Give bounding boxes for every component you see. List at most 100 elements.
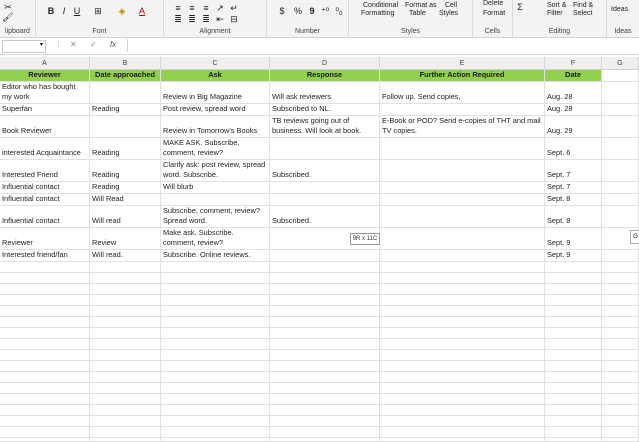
- empty-cell[interactable]: [270, 372, 380, 383]
- table-cell-f[interactable]: Sept. 6: [545, 138, 602, 160]
- empty-cell[interactable]: [545, 361, 602, 372]
- table-cell-a[interactable]: interested Acquaintance: [0, 138, 90, 160]
- empty-cell[interactable]: [602, 317, 639, 328]
- empty-cell[interactable]: [602, 372, 639, 383]
- table-cell-b[interactable]: Review: [90, 228, 161, 250]
- empty-cell[interactable]: [380, 394, 545, 405]
- empty-cell[interactable]: [270, 350, 380, 361]
- table-cell-a[interactable]: Influential contact: [0, 182, 90, 194]
- table-cell-c[interactable]: Subscribe, comment, review? Spread word.: [161, 206, 270, 228]
- merge-center-icon[interactable]: ⊟: [228, 14, 240, 24]
- empty-cell[interactable]: [161, 372, 270, 383]
- table-cell-a[interactable]: Editor who has bought my work: [0, 82, 90, 104]
- table-cell-d[interactable]: [270, 250, 380, 262]
- column-header-g[interactable]: G: [602, 57, 639, 70]
- cell-styles-label-2[interactable]: Styles: [439, 10, 458, 18]
- empty-cell[interactable]: [545, 295, 602, 306]
- empty-cell[interactable]: [270, 306, 380, 317]
- empty-cell[interactable]: [380, 339, 545, 350]
- empty-cell[interactable]: [270, 383, 380, 394]
- empty-cell[interactable]: [270, 405, 380, 416]
- empty-cell[interactable]: [161, 427, 270, 438]
- align-left-icon[interactable]: ≣: [172, 14, 184, 24]
- table-cell-e[interactable]: [380, 250, 545, 262]
- empty-cell[interactable]: [0, 350, 90, 361]
- empty-cell[interactable]: [90, 361, 161, 372]
- empty-cell[interactable]: [90, 262, 161, 273]
- empty-cell[interactable]: [270, 438, 380, 442]
- empty-cell[interactable]: [90, 405, 161, 416]
- empty-cell[interactable]: [270, 284, 380, 295]
- empty-cell[interactable]: [380, 383, 545, 394]
- empty-cell[interactable]: [545, 394, 602, 405]
- empty-cell[interactable]: [270, 394, 380, 405]
- empty-cell[interactable]: [0, 427, 90, 438]
- header-cell-b[interactable]: Date approached: [90, 70, 161, 82]
- empty-cell[interactable]: [602, 416, 639, 427]
- table-cell-c[interactable]: [161, 194, 270, 206]
- empty-cell[interactable]: [0, 284, 90, 295]
- empty-cell[interactable]: [545, 416, 602, 427]
- empty-cell[interactable]: [161, 383, 270, 394]
- decrease-indent-icon[interactable]: ⇤: [214, 14, 226, 24]
- empty-cell[interactable]: [602, 405, 639, 416]
- align-right-icon[interactable]: ≣: [200, 14, 212, 24]
- empty-cell[interactable]: [90, 350, 161, 361]
- empty-cell[interactable]: [270, 262, 380, 273]
- empty-cell[interactable]: [602, 160, 639, 182]
- empty-cell[interactable]: [0, 405, 90, 416]
- table-cell-d[interactable]: Will ask reviewers: [270, 82, 380, 104]
- empty-cell[interactable]: [545, 339, 602, 350]
- empty-cell[interactable]: [545, 438, 602, 442]
- empty-cell[interactable]: [90, 394, 161, 405]
- table-cell-f[interactable]: Aug. 28: [545, 82, 602, 104]
- empty-cell[interactable]: [545, 350, 602, 361]
- table-cell-b[interactable]: [90, 82, 161, 104]
- table-cell-e[interactable]: [380, 194, 545, 206]
- empty-cell[interactable]: [602, 104, 639, 116]
- empty-cell[interactable]: [161, 295, 270, 306]
- empty-cell[interactable]: [380, 273, 545, 284]
- empty-cell[interactable]: [602, 427, 639, 438]
- table-cell-c[interactable]: Make ask. Subscribe. comment, review?: [161, 228, 270, 250]
- autosum-icon[interactable]: Σ: [515, 2, 525, 12]
- table-cell-f[interactable]: Aug. 29: [545, 116, 602, 138]
- empty-cell[interactable]: [602, 82, 639, 104]
- table-cell-b[interactable]: Reading: [90, 138, 161, 160]
- table-cell-d[interactable]: [270, 138, 380, 160]
- header-cell-d[interactable]: Response: [270, 70, 380, 82]
- table-cell-b[interactable]: Reading: [90, 182, 161, 194]
- empty-cell[interactable]: [90, 273, 161, 284]
- empty-cell[interactable]: [0, 273, 90, 284]
- table-cell-b[interactable]: [90, 116, 161, 138]
- empty-cell[interactable]: [380, 328, 545, 339]
- empty-cell[interactable]: [270, 427, 380, 438]
- empty-cell[interactable]: [380, 361, 545, 372]
- align-center-icon[interactable]: ≣: [186, 14, 198, 24]
- column-header-a[interactable]: A: [0, 57, 90, 70]
- table-cell-c[interactable]: Review in Tomorrow's Books: [161, 116, 270, 138]
- align-bottom-icon[interactable]: ≡: [200, 3, 212, 13]
- empty-cell[interactable]: [380, 372, 545, 383]
- empty-cell[interactable]: [602, 262, 639, 273]
- empty-cell[interactable]: [602, 339, 639, 350]
- format-as-table-label-1[interactable]: Format as: [405, 2, 437, 10]
- empty-cell[interactable]: [270, 295, 380, 306]
- empty-cell[interactable]: [545, 273, 602, 284]
- empty-cell[interactable]: [90, 317, 161, 328]
- empty-cell[interactable]: [270, 416, 380, 427]
- column-header-e[interactable]: E: [380, 57, 545, 70]
- empty-cell[interactable]: [90, 295, 161, 306]
- empty-cell[interactable]: [161, 438, 270, 442]
- empty-cell[interactable]: [0, 361, 90, 372]
- empty-cell[interactable]: [602, 284, 639, 295]
- table-cell-a[interactable]: Influential contact: [0, 194, 90, 206]
- empty-cell[interactable]: [602, 328, 639, 339]
- increase-decimal-icon[interactable]: ⁺⁰: [319, 6, 331, 16]
- underline-button[interactable]: U: [72, 6, 82, 16]
- table-cell-b[interactable]: Will Read: [90, 194, 161, 206]
- empty-cell[interactable]: [545, 405, 602, 416]
- empty-cell[interactable]: [545, 284, 602, 295]
- align-middle-icon[interactable]: ≡: [186, 3, 198, 13]
- table-cell-d[interactable]: [270, 194, 380, 206]
